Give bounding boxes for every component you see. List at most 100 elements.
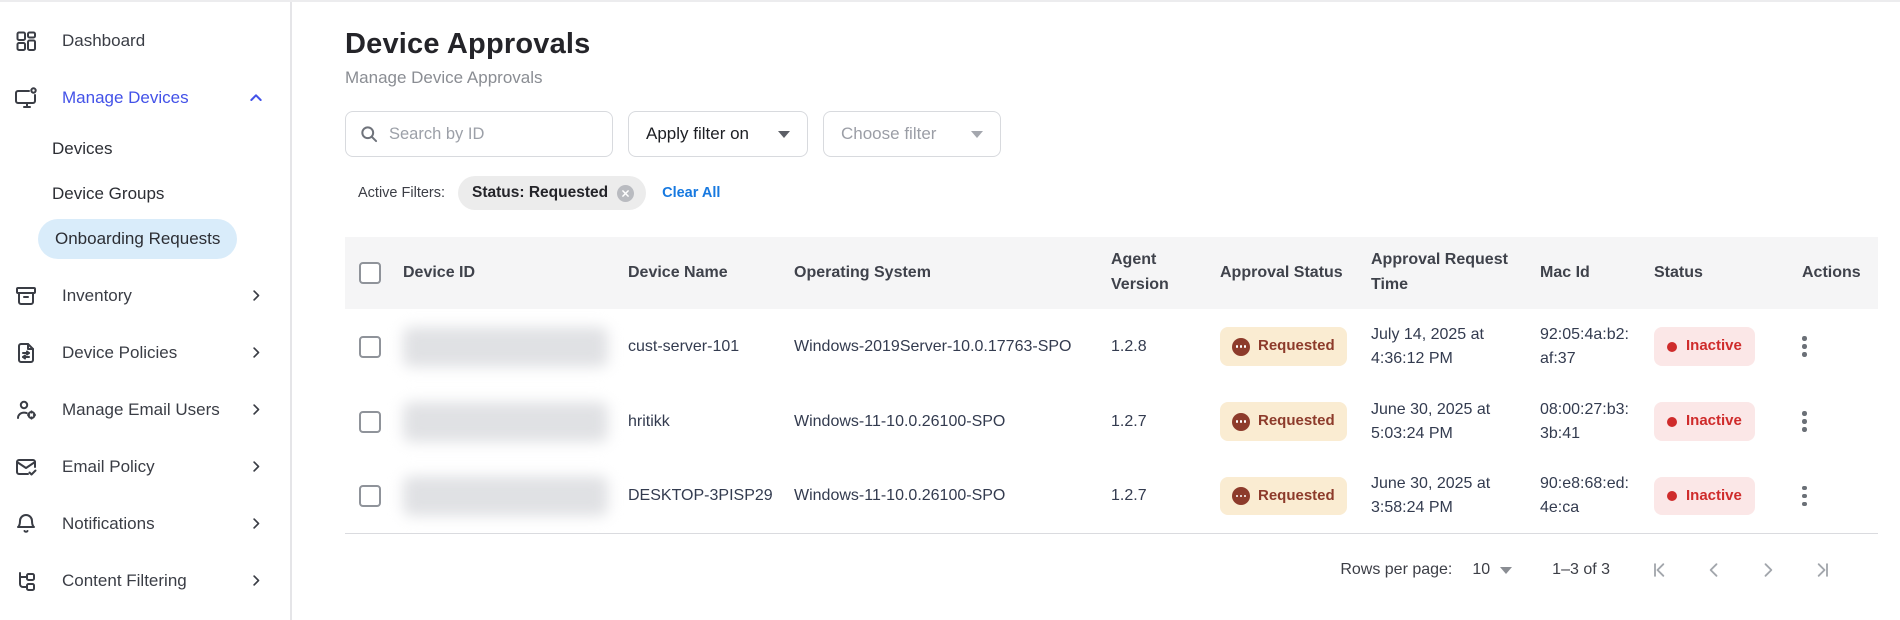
column-header-device-name: Device Name bbox=[628, 263, 728, 281]
row-checkbox[interactable] bbox=[359, 335, 381, 358]
row-checkbox[interactable] bbox=[359, 485, 381, 507]
approval-status-badge: Requested bbox=[1220, 402, 1347, 441]
column-header-approval-request-time: Approval Request Time bbox=[1371, 251, 1508, 293]
filter-chip-status-requested[interactable]: Status: Requested bbox=[458, 176, 647, 210]
status-dot-icon bbox=[1667, 491, 1677, 501]
device-approvals-table: Device ID Device Name Operating System A… bbox=[345, 237, 1878, 580]
sidebar-item-label: Manage Email Users bbox=[62, 399, 220, 419]
choose-filter-label: Choose filter bbox=[841, 124, 937, 143]
pager bbox=[1650, 560, 1832, 580]
monitor-device-icon bbox=[14, 86, 38, 110]
caret-down-icon bbox=[1500, 566, 1513, 574]
column-header-status: Status bbox=[1654, 263, 1703, 281]
request-time-cell: July 14, 2025 at 4:36:12 PM bbox=[1371, 325, 1484, 367]
choose-filter-dropdown[interactable]: Choose filter bbox=[823, 111, 1001, 157]
agent-version-cell: 1.2.7 bbox=[1111, 412, 1147, 430]
kebab-menu-icon[interactable] bbox=[1786, 485, 1807, 507]
table-pagination-footer: Rows per page: 10 1–3 of 3 bbox=[345, 560, 1878, 580]
sidebar-item-label: Devices bbox=[52, 138, 113, 158]
chevron-right-icon[interactable] bbox=[244, 402, 268, 417]
sidebar-item-devices[interactable]: Devices bbox=[0, 126, 290, 171]
pagination-range: 1–3 of 3 bbox=[1552, 561, 1610, 578]
sidebar-item-label: Onboarding Requests bbox=[38, 218, 238, 259]
device-name-cell: DESKTOP-3PISP29 bbox=[628, 487, 773, 504]
policy-document-icon bbox=[14, 341, 38, 365]
clear-all-link[interactable]: Clear All bbox=[662, 185, 720, 201]
chevron-up-icon[interactable] bbox=[244, 90, 268, 106]
sidebar-item-email-policy[interactable]: Email Policy bbox=[0, 438, 290, 495]
sidebar-item-device-policies[interactable]: Device Policies bbox=[0, 324, 290, 381]
kebab-menu-icon[interactable] bbox=[1786, 411, 1807, 432]
chevron-right-icon[interactable] bbox=[244, 288, 268, 303]
table-header-row: Device ID Device Name Operating System A… bbox=[345, 237, 1878, 309]
next-page-icon[interactable] bbox=[1758, 560, 1778, 580]
approval-status-badge: Requested bbox=[1220, 327, 1347, 366]
page-subtitle: Manage Device Approvals bbox=[345, 68, 543, 87]
operating-system-cell: Windows-11-10.0.26100-SPO bbox=[794, 487, 1006, 504]
bell-icon bbox=[14, 512, 38, 536]
chevron-right-icon[interactable] bbox=[244, 459, 268, 474]
last-page-icon[interactable] bbox=[1812, 560, 1832, 580]
sidebar-item-manage-email-users[interactable]: Manage Email Users bbox=[0, 381, 290, 438]
status-badge: Inactive bbox=[1654, 402, 1755, 441]
rows-per-page-select[interactable]: 10 bbox=[1472, 561, 1513, 579]
sidebar-item-notifications[interactable]: Notifications bbox=[0, 495, 290, 552]
device-id-redacted bbox=[403, 401, 608, 442]
inventory-box-icon bbox=[14, 284, 38, 308]
active-filters-label: Active Filters: bbox=[358, 185, 446, 201]
device-name-cell: hritikk bbox=[628, 412, 670, 430]
sidebar-item-label: Dashboard bbox=[62, 30, 146, 50]
column-header-mac-id: Mac Id bbox=[1540, 263, 1590, 281]
user-gear-icon bbox=[14, 398, 38, 422]
sidebar-item-inventory[interactable]: Inventory bbox=[0, 267, 290, 324]
status-badge: Inactive bbox=[1654, 327, 1755, 366]
approval-status-badge: Requested bbox=[1220, 476, 1347, 516]
mac-id-cell: 92:05:4a:b2:af:37 bbox=[1540, 325, 1629, 367]
caret-down-icon bbox=[971, 130, 983, 138]
sidebar-item-device-groups[interactable]: Device Groups bbox=[0, 171, 290, 216]
filter-toolbar: Apply filter on Choose filter bbox=[345, 111, 1880, 157]
operating-system-cell: Windows-11-10.0.26100-SPO bbox=[794, 412, 1006, 430]
sidebar-item-content-filtering[interactable]: Content Filtering bbox=[0, 552, 290, 609]
column-header-agent-version: Agent Version bbox=[1111, 251, 1169, 293]
chevron-right-icon[interactable] bbox=[244, 516, 268, 531]
agent-version-cell: 1.2.7 bbox=[1111, 487, 1147, 504]
row-checkbox[interactable] bbox=[359, 410, 381, 433]
request-time-cell: June 30, 2025 at 3:58:24 PM bbox=[1371, 475, 1491, 516]
agent-version-cell: 1.2.8 bbox=[1111, 337, 1147, 355]
rows-per-page-label: Rows per page: bbox=[1340, 561, 1453, 578]
prev-page-icon[interactable] bbox=[1704, 560, 1724, 580]
sidebar-item-dashboard[interactable]: Dashboard bbox=[0, 12, 290, 69]
filter-chip-label: Status: Requested bbox=[472, 184, 609, 201]
table-row: cust-server-101 Windows-2019Server-10.0.… bbox=[345, 309, 1878, 384]
table-row: DESKTOP-3PISP29 Windows-11-10.0.26100-SP… bbox=[345, 459, 1878, 534]
status-badge: Inactive bbox=[1654, 476, 1755, 516]
status-dot-icon bbox=[1667, 341, 1677, 352]
envelope-check-icon bbox=[14, 455, 38, 479]
column-header-approval-status: Approval Status bbox=[1220, 263, 1343, 281]
first-page-icon[interactable] bbox=[1650, 560, 1670, 580]
chevron-right-icon[interactable] bbox=[244, 345, 268, 360]
ellipsis-circle-icon bbox=[1232, 487, 1250, 505]
page-title: Device Approvals bbox=[345, 28, 591, 60]
ellipsis-circle-icon bbox=[1232, 337, 1250, 356]
sidebar-item-label: Notifications bbox=[62, 513, 155, 533]
kebab-menu-icon[interactable] bbox=[1786, 336, 1807, 357]
chevron-right-icon[interactable] bbox=[244, 573, 268, 588]
search-box[interactable] bbox=[345, 111, 613, 157]
sidebar: Dashboard Manage Devices Devices Device … bbox=[0, 2, 292, 620]
search-input[interactable] bbox=[389, 124, 599, 144]
active-filters-bar: Active Filters: Status: Requested Clear … bbox=[345, 176, 1880, 210]
content-tree-icon bbox=[14, 569, 38, 593]
sidebar-item-label: Content Filtering bbox=[62, 570, 187, 590]
sidebar-item-label: Email Policy bbox=[62, 456, 155, 476]
app-window: Dashboard Manage Devices Devices Device … bbox=[0, 0, 1900, 620]
select-all-checkbox[interactable] bbox=[359, 262, 381, 284]
apply-filter-label: Apply filter on bbox=[646, 124, 749, 143]
mac-id-cell: 90:e8:68:ed:4e:ca bbox=[1540, 475, 1629, 516]
sidebar-item-onboarding-requests[interactable]: Onboarding Requests bbox=[0, 216, 290, 261]
apply-filter-dropdown[interactable]: Apply filter on bbox=[628, 111, 808, 157]
close-circle-icon[interactable] bbox=[617, 184, 635, 202]
column-header-operating-system: Operating System bbox=[794, 263, 931, 281]
sidebar-item-manage-devices[interactable]: Manage Devices bbox=[0, 69, 290, 126]
